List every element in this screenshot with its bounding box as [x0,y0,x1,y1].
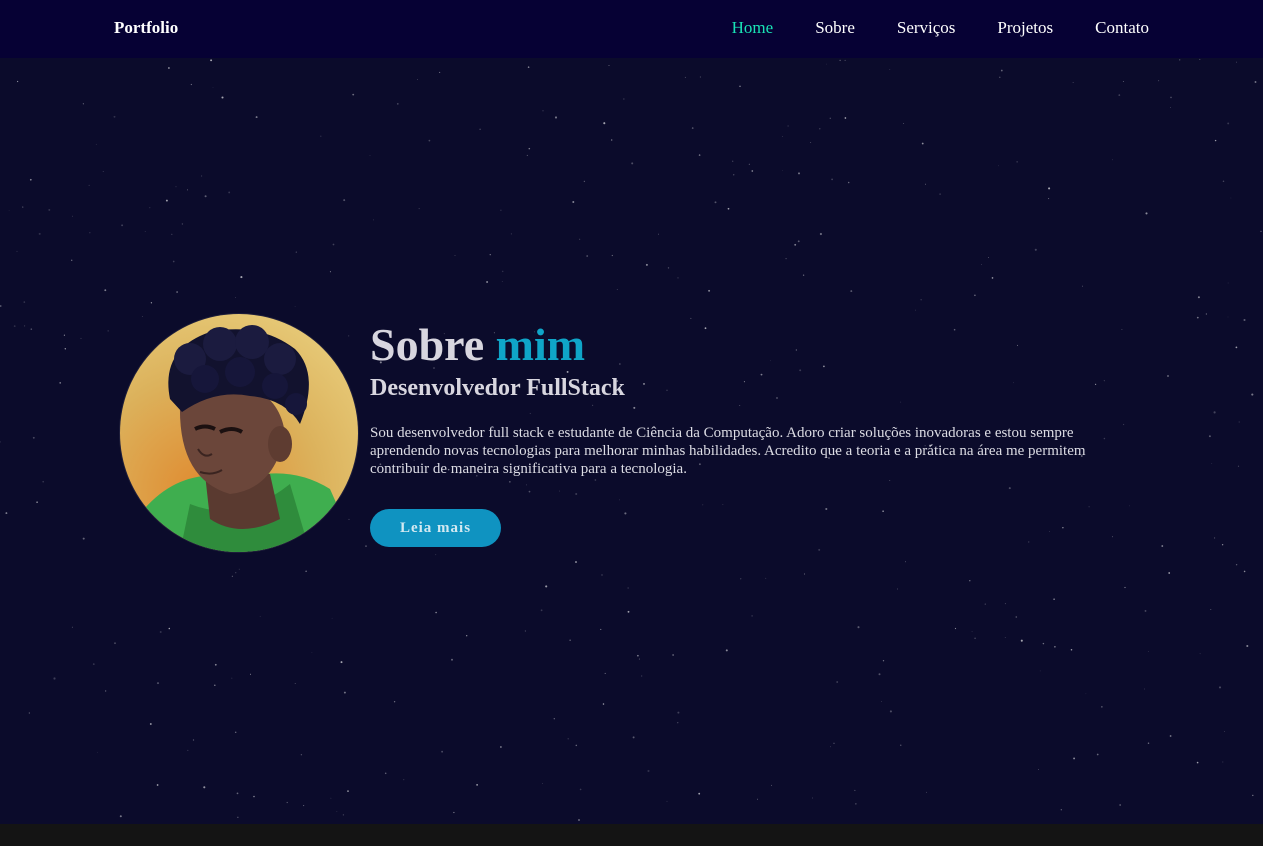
logo-link[interactable]: Portfolio [114,18,178,38]
nav-link-home[interactable]: Home [732,18,774,38]
nav-links: Home Sobre Serviços Projetos Contato [732,18,1149,38]
about-title-main: Sobre [370,319,496,370]
nav-link-contato[interactable]: Contato [1095,18,1149,38]
navbar: Portfolio Home Sobre Serviços Projetos C… [0,0,1263,58]
read-more-button[interactable]: Leia mais [370,508,501,547]
footer-strip [0,824,1263,846]
about-title-highlight: mim [495,319,586,370]
about-section: Sobre mim Desenvolvedor FullStack Sou de… [0,58,1263,824]
about-title: Sobre mim [370,319,1150,371]
avatar [120,314,358,552]
nav-link-servicos[interactable]: Serviços [897,18,956,38]
nav-link-projetos[interactable]: Projetos [997,18,1053,38]
about-description: Sou desenvolvedor full stack e estudante… [370,424,1086,477]
about-content: Sobre mim Desenvolvedor FullStack Sou de… [370,319,1150,547]
about-subtitle: Desenvolvedor FullStack [370,374,625,401]
nav-link-sobre[interactable]: Sobre [815,18,855,38]
